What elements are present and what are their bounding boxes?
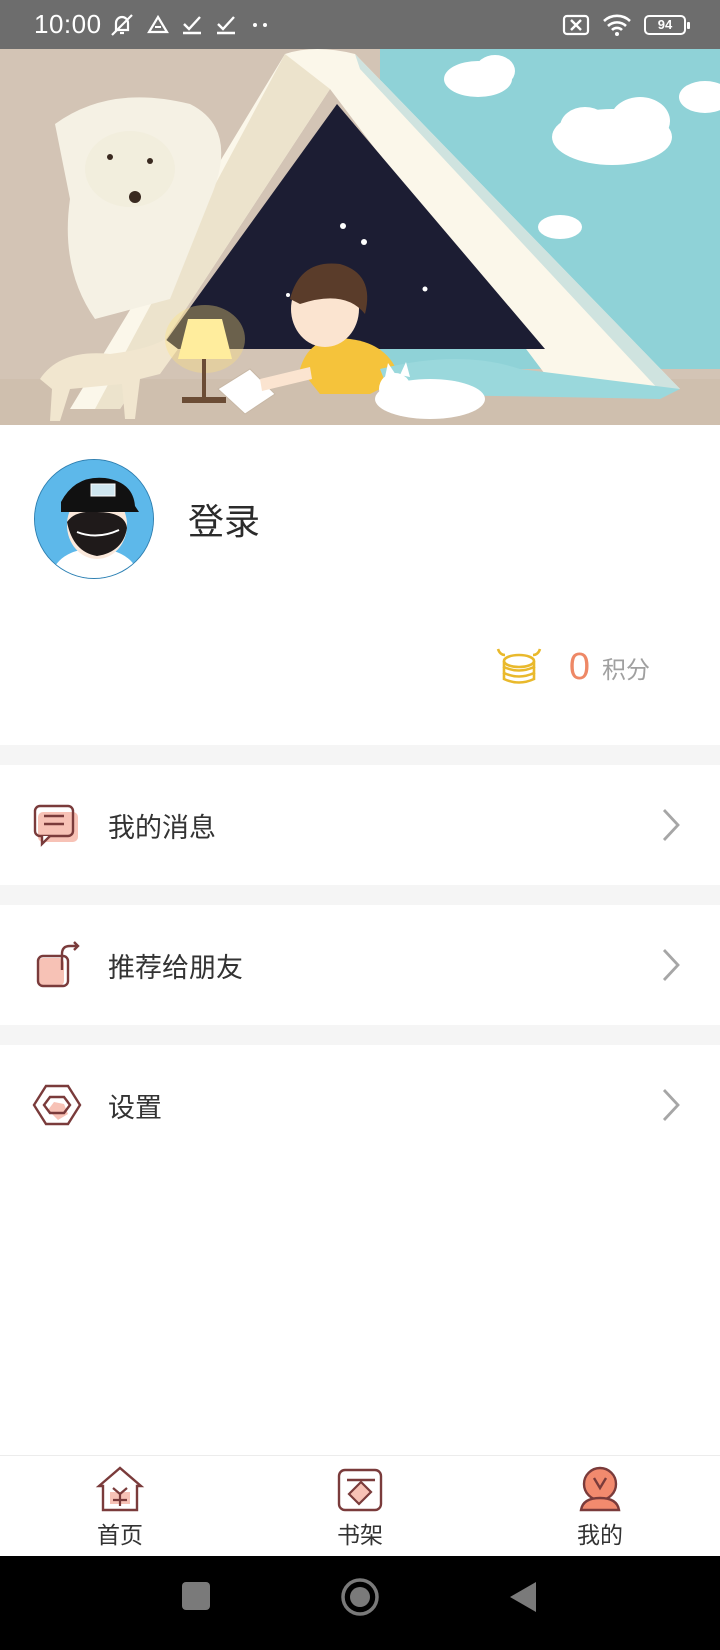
status-icons-right: 94 xyxy=(562,13,690,37)
coin-stack-icon xyxy=(496,648,542,684)
chevron-right-icon xyxy=(662,809,680,841)
status-time: 10:00 xyxy=(34,9,102,39)
menu-item-share[interactable]: 推荐给朋友 xyxy=(0,905,720,1025)
avatar[interactable] xyxy=(34,459,154,579)
mute-notification-icon xyxy=(110,13,133,36)
section-divider xyxy=(0,885,720,905)
tab-profile[interactable]: 我的 xyxy=(520,1456,680,1557)
header-banner-illustration xyxy=(0,49,720,425)
points-label: 积分 xyxy=(602,655,650,684)
section-divider xyxy=(0,745,720,765)
tab-label: 我的 xyxy=(577,1523,623,1549)
menu-item-label: 推荐给朋友 xyxy=(108,952,243,984)
message-icon xyxy=(33,804,78,847)
battery-icon: 94 xyxy=(644,14,690,35)
menu-item-settings[interactable]: 设置 xyxy=(0,1045,720,1165)
chevron-right-icon xyxy=(662,949,680,981)
points-value: 0 xyxy=(568,645,590,688)
chevron-right-icon xyxy=(662,1089,680,1121)
tab-label: 首页 xyxy=(97,1523,143,1549)
login-link[interactable]: 登录 xyxy=(188,493,260,545)
menu-item-messages[interactable]: 我的消息 xyxy=(0,765,720,885)
menu-item-label: 我的消息 xyxy=(108,812,216,844)
home-circle-icon[interactable] xyxy=(340,1577,380,1617)
profile-icon xyxy=(579,1466,621,1512)
check-icon xyxy=(216,15,235,34)
wifi-icon xyxy=(603,14,631,36)
drive-icon xyxy=(146,14,169,33)
tab-label: 书架 xyxy=(337,1523,383,1549)
status-bar: 10:00 94 xyxy=(0,0,720,49)
back-triangle-icon[interactable] xyxy=(508,1581,538,1613)
profile-section: 登录 0 积分 xyxy=(0,425,720,745)
points-display: 0 积分 xyxy=(495,643,650,691)
sim-off-icon xyxy=(562,14,590,35)
menu-item-label: 设置 xyxy=(108,1092,162,1124)
check-icon xyxy=(182,15,201,34)
bottom-tab-bar: 首页 书架 我的 xyxy=(0,1455,720,1556)
settings-icon xyxy=(32,1084,82,1126)
system-navigation-bar xyxy=(0,1556,720,1650)
recents-square-icon[interactable] xyxy=(181,1581,211,1611)
more-dots-icon xyxy=(252,22,267,27)
status-icons-left xyxy=(108,12,272,38)
share-icon xyxy=(36,941,80,988)
battery-level: 94 xyxy=(657,17,673,32)
tab-bookshelf[interactable]: 书架 xyxy=(280,1456,440,1557)
bookshelf-icon xyxy=(337,1468,383,1512)
home-icon xyxy=(95,1466,145,1512)
section-divider xyxy=(0,1025,720,1045)
tab-home[interactable]: 首页 xyxy=(40,1456,200,1557)
